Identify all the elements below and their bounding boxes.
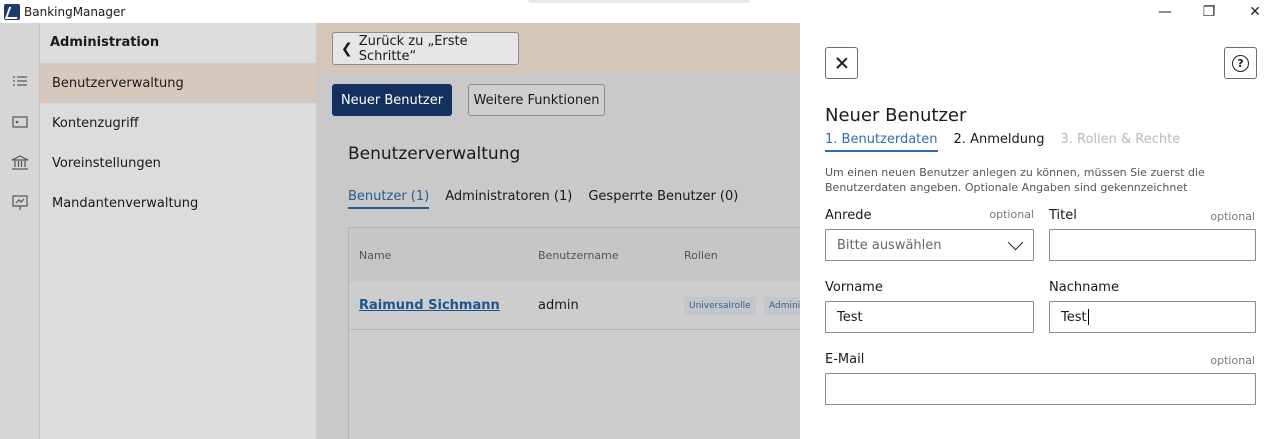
icon-bar (0, 23, 40, 439)
help-icon: ? (1232, 54, 1249, 72)
close-window-icon: ✕ (1249, 3, 1261, 20)
role-badge: Admini (764, 297, 801, 315)
more-functions-button[interactable]: Weitere Funktionen (468, 84, 605, 116)
titlebar-decoration (528, 0, 750, 3)
email-input[interactable] (825, 373, 1256, 405)
step-anmeldung[interactable]: 2. Anmeldung (954, 132, 1045, 152)
step-rollen-rechte: 3. Rollen & Rechte (1060, 132, 1181, 147)
list-icon[interactable] (11, 75, 29, 91)
titel-input[interactable] (1049, 229, 1256, 261)
form-description: Um einen neuen Benutzer anlegen zu könne… (825, 166, 1205, 194)
username-cell: admin (538, 298, 579, 313)
back-strip: ❮ Zurück zu „Erste Schritte“ (316, 23, 800, 74)
tab-gesperrte-benutzer[interactable]: Gesperrte Benutzer (0) (588, 189, 738, 209)
nachname-value: Test (1061, 309, 1087, 325)
bank-icon[interactable] (11, 155, 29, 171)
nachname-input[interactable]: Test (1049, 301, 1256, 333)
app-logo-icon (4, 3, 20, 20)
sidebar-item-label: Mandantenverwaltung (52, 195, 199, 211)
new-user-button[interactable]: Neuer Benutzer (332, 84, 452, 116)
table-header: Name Benutzername Rollen (349, 228, 801, 282)
maximize-button[interactable]: ❐ (1186, 0, 1232, 23)
new-user-panel: ? Neuer Benutzer 1. Benutzerdaten 2. Anm… (800, 23, 1280, 439)
table-row: Raimund Sichmann admin Universalrolle Ad… (349, 282, 801, 330)
anrede-select[interactable]: Bitte auswählen (825, 229, 1034, 261)
sidebar-item-benutzerverwaltung[interactable]: Benutzerverwaltung (40, 63, 316, 103)
vorname-input[interactable]: Test (825, 301, 1034, 333)
help-button[interactable]: ? (1224, 47, 1257, 79)
sidebar-item-label: Benutzerverwaltung (52, 75, 184, 91)
step-benutzerdaten[interactable]: 1. Benutzerdaten (825, 132, 938, 152)
presentation-icon[interactable] (11, 195, 29, 211)
section-title: Benutzerverwaltung (348, 144, 521, 164)
anrede-placeholder: Bitte auswählen (837, 237, 942, 253)
close-panel-button[interactable] (825, 47, 858, 79)
titel-label: Titel (1049, 208, 1077, 223)
minimize-icon: — (1158, 3, 1172, 20)
maximize-icon: ❐ (1202, 3, 1216, 20)
wizard-steps: 1. Benutzerdaten 2. Anmeldung 3. Rollen … (825, 132, 1180, 152)
column-header-name[interactable]: Name (359, 249, 391, 262)
tab-benutzer[interactable]: Benutzer (1) (348, 189, 430, 209)
panel-title: Neuer Benutzer (825, 105, 967, 126)
sidebar-item-kontenzugriff[interactable]: Kontenzugriff (40, 103, 316, 143)
sidebar-item-label: Voreinstellungen (52, 155, 161, 171)
back-button-label: Zurück zu „Erste Schritte“ (358, 33, 468, 64)
account-card-icon[interactable] (11, 115, 29, 131)
minimize-button[interactable]: — (1142, 0, 1188, 23)
window-titlebar: BankingManager — ❐ ✕ (0, 0, 1280, 23)
close-window-button[interactable]: ✕ (1232, 0, 1278, 23)
email-optional-hint: optional (1210, 354, 1255, 367)
titel-optional-hint: optional (1210, 210, 1255, 223)
main-content: ❮ Zurück zu „Erste Schritte“ Neuer Benut… (316, 23, 801, 439)
background-content: Administration Benutzerverwaltung Konten… (0, 23, 801, 439)
anrede-label: Anrede (825, 208, 872, 223)
sidebar-item-label: Kontenzugriff (52, 115, 139, 131)
back-button[interactable]: ❮ Zurück zu „Erste Schritte“ (332, 32, 519, 65)
users-table: Name Benutzername Rollen Raimund Sichman… (348, 227, 801, 439)
sidebar-heading: Administration (50, 35, 160, 50)
role-badge: Universalrolle (684, 297, 756, 315)
user-tabs: Benutzer (1) Administratoren (1) Gesperr… (348, 189, 738, 209)
email-label: E-Mail (825, 352, 865, 367)
vorname-value: Test (837, 309, 863, 325)
vorname-label: Vorname (825, 280, 883, 295)
user-name-link[interactable]: Raimund Sichmann (359, 298, 500, 313)
tab-administratoren[interactable]: Administratoren (1) (445, 189, 572, 209)
anrede-optional-hint: optional (989, 208, 1034, 221)
chevron-left-icon: ❮ (341, 40, 353, 57)
app-title: BankingManager (24, 4, 126, 19)
text-cursor (1087, 309, 1089, 325)
sidebar: Administration Benutzerverwaltung Konten… (40, 23, 316, 439)
column-header-username[interactable]: Benutzername (538, 249, 619, 262)
chevron-down-icon (1007, 234, 1024, 251)
close-icon (836, 57, 848, 69)
column-header-roles[interactable]: Rollen (684, 249, 718, 262)
sidebar-item-mandantenverwaltung[interactable]: Mandantenverwaltung (40, 183, 316, 223)
nachname-label: Nachname (1049, 280, 1119, 295)
sidebar-item-voreinstellungen[interactable]: Voreinstellungen (40, 143, 316, 183)
